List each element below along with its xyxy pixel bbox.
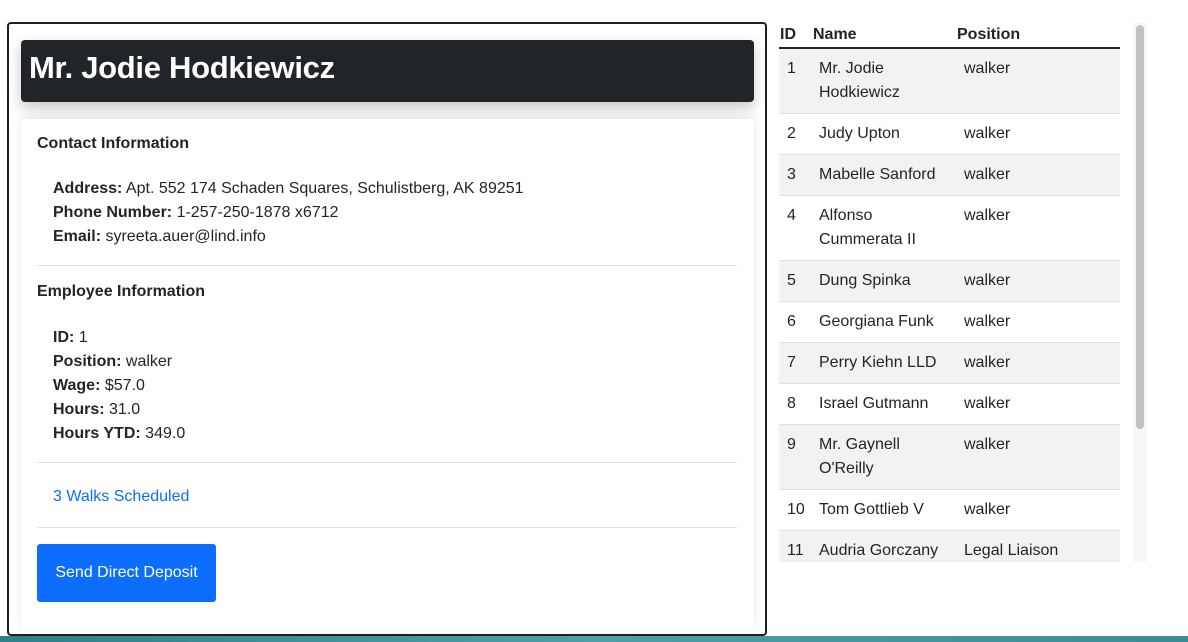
send-direct-deposit-button[interactable]: Send Direct Deposit [37,544,216,602]
cell-id: 11 [779,530,813,562]
table-row[interactable]: 1 Mr. Jodie Hodkiewicz walker [779,48,1120,114]
employee-table: ID Name Position 1 Mr. Jodie Hodkiewicz wa… [779,23,1120,562]
cell-position: walker [957,301,1120,343]
address-value: Apt. 552 174 Schaden Squares, Schulistbe… [125,180,524,197]
hours-ytd-value: 349.0 [145,425,186,442]
cell-name: Tom Gottlieb V [813,489,957,531]
cell-position: walker [957,154,1120,196]
position-label: Position: [53,353,122,370]
table-row[interactable]: 5 Dung Spinka walker [779,260,1120,302]
hours-label: Hours: [53,401,105,418]
table-row[interactable]: 11 Audria Gorczany Legal Liaison [779,530,1120,562]
cell-position: walker [957,48,1120,114]
taskbar-strip [0,636,1188,642]
cell-position: walker [957,489,1120,531]
id-label: ID: [53,329,75,346]
cell-position: walker [957,342,1120,384]
cell-id: 6 [779,301,813,343]
cell-position: walker [957,195,1120,261]
table-row[interactable]: 10 Tom Gottlieb Vwalker [779,489,1120,531]
cell-name: Alfonso Cummerata II [813,195,957,261]
cell-position: walker [957,424,1120,490]
cell-id: 5 [779,260,813,302]
employee-name-title: Mr. Jodie Hodkiewicz [29,50,335,85]
id-line: ID: 1 [53,326,185,350]
cell-id: 3 [779,154,813,196]
table-row[interactable]: 3 Mabelle Sanford walker [779,154,1120,196]
contact-info-block: Address: Apt. 552 174 Schaden Squares, S… [53,177,524,249]
cell-id: 1 [779,48,813,114]
cell-id: 8 [779,383,813,425]
table-row[interactable]: 9 Mr. Gaynell O'Reilly walker [779,424,1120,490]
column-header-position[interactable]: Position [957,23,1120,49]
cell-name: Mabelle Sanford [813,154,957,196]
wage-value: $57.0 [104,377,145,394]
position-value: walker [125,353,173,370]
employee-info-block: ID: 1 Position: walker Wage: $57.0 Hours… [53,326,185,446]
email-line: Email: syreeta.auer@lind.info [53,225,524,249]
position-line: Position: walker [53,350,185,374]
address-line: Address: Apt. 552 174 Schaden Squares, S… [53,177,524,201]
table-header-row: ID Name Position [779,23,1120,49]
cell-name: Audria Gorczany [813,530,957,562]
phone-label: Phone Number: [53,204,173,221]
hours-value: 31.0 [109,401,141,418]
cell-id: 7 [779,342,813,384]
contact-section-title: Contact Information [37,135,189,152]
cell-position: walker [957,383,1120,425]
divider [37,527,737,528]
table-row[interactable]: 4 Alfonso Cummerata II walker [779,195,1120,261]
table-row[interactable]: 8 Israel Gutmann walker [779,383,1120,425]
column-header-id[interactable]: ID [779,23,813,49]
column-header-name[interactable]: Name [813,23,957,49]
cell-position: walker [957,113,1120,155]
phone-value: 1-257-250-1878 x6712 [176,204,339,221]
address-label: Address: [53,180,123,197]
cell-id: 2 [779,113,813,155]
cell-id: 4 [779,195,813,261]
wage-label: Wage: [53,377,101,394]
employee-info-card: Contact Information Address: Apt. 552 17… [21,119,754,629]
cell-position: walker [957,260,1120,302]
cell-name: Israel Gutmann [813,383,957,425]
cell-id: 10 [779,489,813,531]
cell-name: Mr. Jodie Hodkiewicz [813,48,957,114]
cell-name: Dung Spinka [813,260,957,302]
cell-name: Mr. Gaynell O'Reilly [813,424,957,490]
employee-section-title: Employee Information [37,283,206,300]
cell-position: Legal Liaison [957,530,1120,562]
phone-line: Phone Number: 1-257-250-1878 x6712 [53,201,524,225]
table-row[interactable]: 2 Judy Upton walker [779,113,1120,155]
email-label: Email: [53,228,102,245]
cell-name: Perry Kiehn LLD [813,342,957,384]
walks-scheduled-link[interactable]: 3 Walks Scheduled [53,488,189,506]
cell-name: Judy Upton [813,113,957,155]
cell-id: 9 [779,424,813,490]
wage-line: Wage: $57.0 [53,374,185,398]
employee-detail-panel: Mr. Jodie Hodkiewicz Contact Information… [7,22,767,636]
hours-line: Hours: 31.0 [53,398,185,422]
divider [37,265,737,266]
divider [37,462,737,463]
email-value: syreeta.auer@lind.info [105,228,266,245]
table-scrollbar[interactable] [1133,23,1147,562]
cell-name: Georgiana Funk [813,301,957,343]
hours-ytd-line: Hours YTD: 349.0 [53,422,185,446]
id-value: 1 [78,329,88,346]
hours-ytd-label: Hours YTD: [53,425,141,442]
employee-name-header: Mr. Jodie Hodkiewicz [21,40,754,102]
table-row[interactable]: 7 Perry Kiehn LLD walker [779,342,1120,384]
employee-table-container: ID Name Position 1 Mr. Jodie Hodkiewicz wa… [779,23,1141,562]
table-row[interactable]: 6 Georgiana Funk walker [779,301,1120,343]
scrollbar-thumb[interactable] [1136,25,1144,429]
